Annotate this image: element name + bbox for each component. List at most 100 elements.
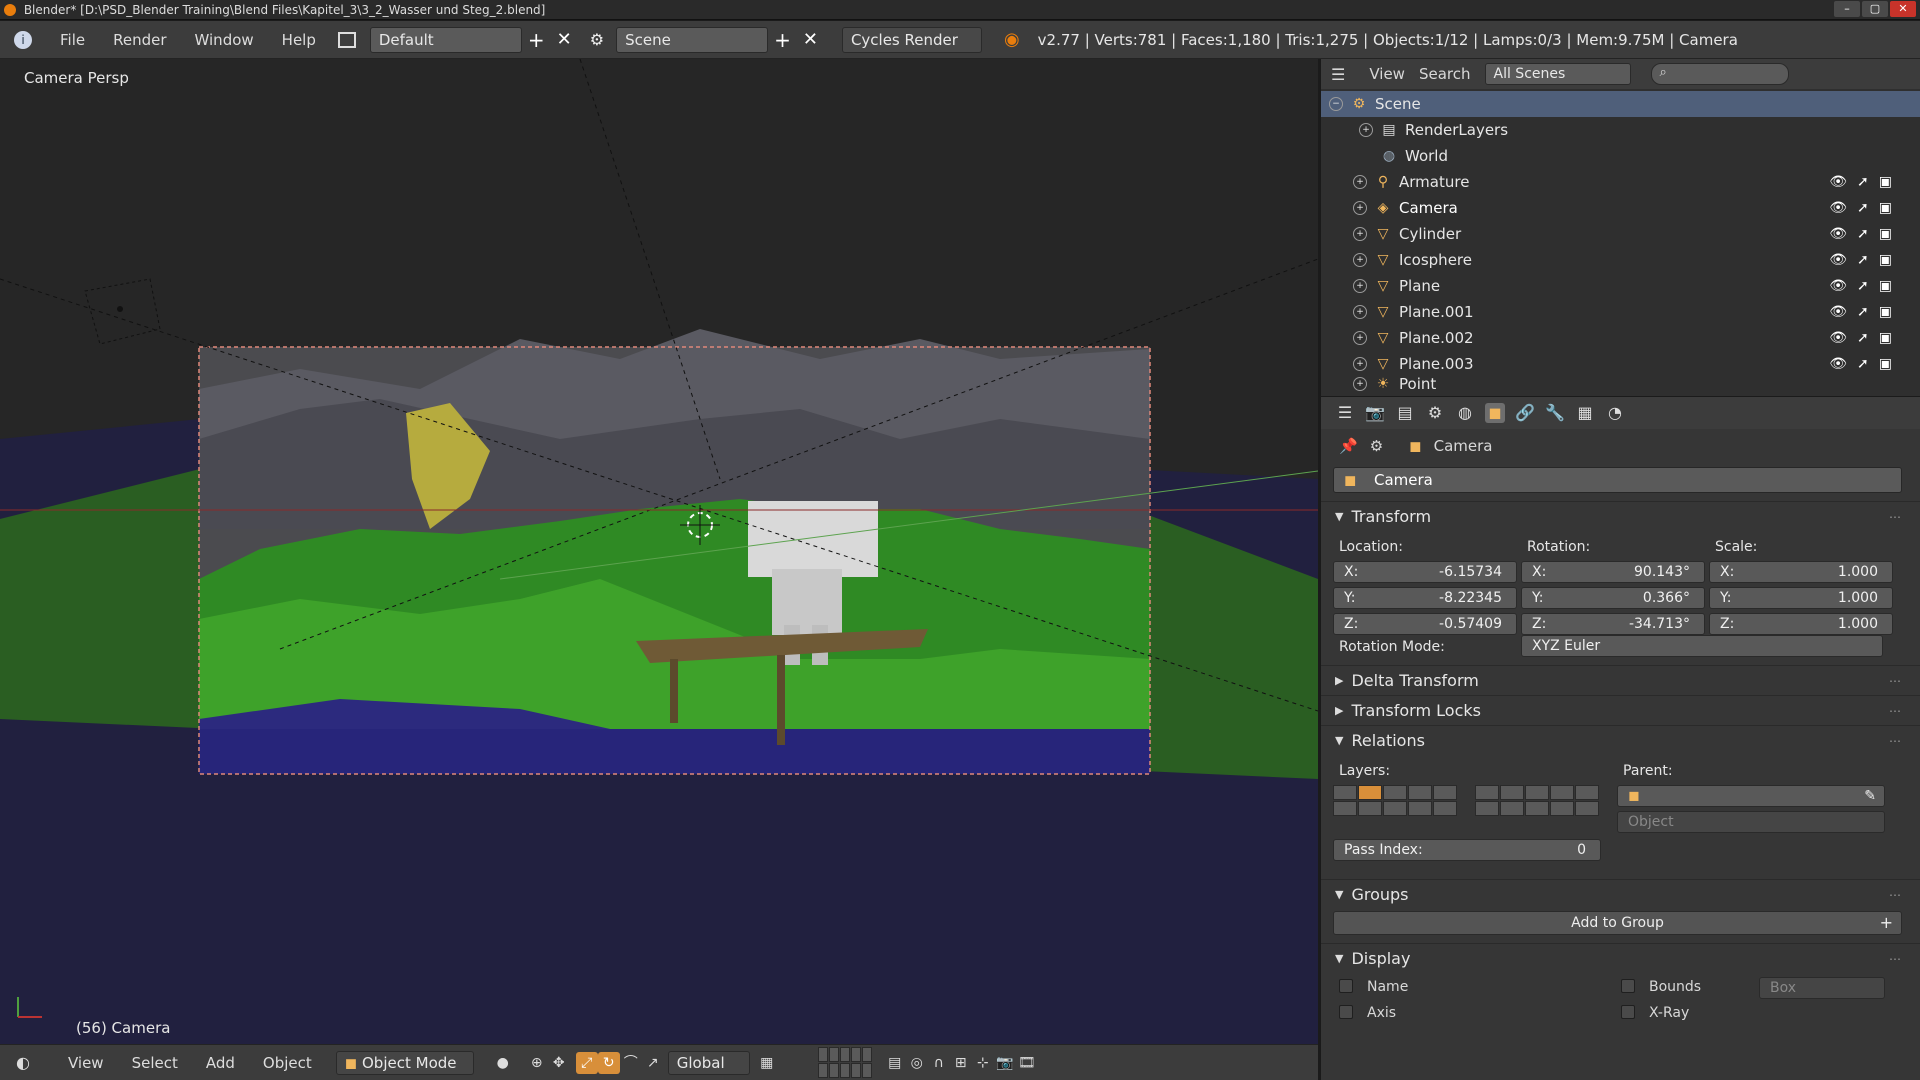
rotate-manipulator-icon[interactable]: ↻ [597, 1051, 620, 1074]
outliner-search-input[interactable]: ⌕ [1650, 63, 1789, 85]
select-arrow-icon[interactable]: ➚ [1857, 252, 1869, 268]
close-window-button[interactable]: ✕ [1890, 1, 1916, 17]
3d-viewport[interactable]: Camera Persp (56) Camera [0, 59, 1318, 1044]
select-arrow-icon[interactable]: ➚ [1857, 174, 1869, 190]
mode-select[interactable]: ◼ Object Mode [335, 1050, 474, 1075]
location-x-field[interactable]: X: -6.15734 [1333, 561, 1517, 583]
object-tab-icon[interactable]: ◼ [1485, 403, 1505, 423]
visibility-eye-icon[interactable]: 👁 [1829, 252, 1847, 268]
eyedropper-icon[interactable]: ✎ [1864, 786, 1876, 806]
scale-manipulator-icon[interactable]: ⌒ [620, 1052, 642, 1074]
scene-field[interactable]: Scene [616, 26, 769, 53]
constraints-tab-icon[interactable]: 🔗 [1515, 403, 1535, 423]
remove-layout-button[interactable]: ✕ [551, 28, 578, 52]
xray-checkbox[interactable] [1621, 1005, 1635, 1019]
render-camera-icon[interactable]: ▣ [1879, 200, 1892, 216]
pin-icon[interactable]: 📌 [1339, 437, 1358, 455]
outliner-row-point[interactable]: + ☀ Point [1321, 377, 1920, 391]
viewport-scene[interactable] [0, 59, 1318, 1044]
render-camera-icon[interactable]: ▣ [1879, 330, 1892, 346]
bounds-checkbox-row[interactable]: Bounds [1621, 979, 1701, 995]
outliner-row-icosphere[interactable]: + ▽ Icosphere 👁 ➚ ▣ [1321, 247, 1920, 273]
proportional-edit-icon[interactable]: ◎ [906, 1052, 928, 1074]
render-camera-icon[interactable]: ▣ [1879, 278, 1892, 294]
rotation-z-field[interactable]: Z: -34.713° [1521, 613, 1705, 635]
outliner-row-plane-002[interactable]: + ▽ Plane.002 👁 ➚ ▣ [1321, 325, 1920, 351]
renderlayers-tab-icon[interactable]: ▤ [1395, 403, 1415, 423]
outliner-filter-select[interactable]: All Scenes [1484, 63, 1631, 85]
visibility-eye-icon[interactable]: 👁 [1829, 174, 1847, 190]
menu-select[interactable]: Select [118, 1054, 192, 1072]
visibility-eye-icon[interactable]: 👁 [1829, 304, 1847, 320]
render-camera-icon[interactable]: ▣ [1879, 304, 1892, 320]
viewport-editor-icon[interactable]: ◐ [16, 1053, 30, 1072]
axis-checkbox[interactable] [1339, 1005, 1353, 1019]
name-checkbox[interactable] [1339, 979, 1353, 993]
render-camera-icon[interactable]: ▣ [1879, 226, 1892, 242]
select-arrow-icon[interactable]: ➚ [1857, 356, 1869, 372]
rotation-y-field[interactable]: Y: 0.366° [1521, 587, 1705, 609]
menu-view[interactable]: View [54, 1054, 118, 1072]
render-engine-select[interactable]: Cycles Render [841, 26, 982, 53]
drag-handle-icon[interactable]: ⋯ [1889, 888, 1902, 902]
orientation-select[interactable]: Global [667, 1050, 750, 1075]
pass-index-field[interactable]: Pass Index: 0 [1333, 839, 1601, 861]
opengl-animation-icon[interactable]: 🎞 [1016, 1052, 1038, 1074]
menu-object[interactable]: Object [249, 1054, 326, 1072]
expand-icon[interactable]: + [1353, 305, 1367, 319]
translate-manipulator-icon[interactable]: ⤢ [575, 1051, 598, 1074]
expand-icon[interactable]: + [1353, 377, 1367, 391]
axis-checkbox-row[interactable]: Axis [1339, 1005, 1396, 1021]
outliner-row-renderlayers[interactable]: + ▤ RenderLayers [1321, 117, 1920, 143]
add-layout-button[interactable]: + [522, 28, 551, 52]
layer-grid-right[interactable] [1475, 785, 1599, 816]
maximize-button[interactable]: ▢ [1862, 1, 1888, 17]
scale-z-field[interactable]: Z: 1.000 [1709, 613, 1893, 635]
scale-x-field[interactable]: X: 1.000 [1709, 561, 1893, 583]
visibility-eye-icon[interactable]: 👁 [1829, 356, 1847, 372]
outliner-row-plane-001[interactable]: + ▽ Plane.001 👁 ➚ ▣ [1321, 299, 1920, 325]
screen-layout-field[interactable]: Default [369, 26, 522, 53]
snap-target-icon[interactable]: ⊹ [972, 1052, 994, 1074]
expand-icon[interactable]: + [1353, 201, 1367, 215]
scale-y-field[interactable]: Y: 1.000 [1709, 587, 1893, 609]
drag-handle-icon[interactable]: ⋯ [1889, 952, 1902, 966]
minimize-button[interactable]: – [1834, 1, 1860, 17]
visibility-eye-icon[interactable]: 👁 [1829, 200, 1847, 216]
select-arrow-icon[interactable]: ➚ [1857, 330, 1869, 346]
viewport-shading-icon[interactable]: ● [492, 1052, 514, 1074]
opengl-render-icon[interactable]: 📷 [994, 1052, 1016, 1074]
bounds-type-select[interactable]: Box [1759, 977, 1885, 999]
snap-toggle-icon[interactable]: ∩ [928, 1052, 950, 1074]
select-arrow-icon[interactable]: ➚ [1857, 278, 1869, 294]
menu-window[interactable]: Window [181, 31, 268, 49]
expand-icon[interactable]: + [1353, 331, 1367, 345]
display-panel-header[interactable]: ▼ Display ⋯ [1321, 943, 1920, 973]
render-camera-icon[interactable]: ▣ [1879, 174, 1892, 190]
location-y-field[interactable]: Y: -8.22345 [1333, 587, 1517, 609]
add-scene-button[interactable]: + [768, 28, 797, 52]
world-tab-icon[interactable]: ◍ [1455, 403, 1475, 423]
select-arrow-icon[interactable]: ➚ [1857, 226, 1869, 242]
outliner-row-plane-003[interactable]: + ▽ Plane.003 👁 ➚ ▣ [1321, 351, 1920, 377]
select-arrow-icon[interactable]: ➚ [1857, 304, 1869, 320]
outliner-row-armature[interactable]: + ⚲ Armature 👁 ➚ ▣ [1321, 169, 1920, 195]
modifier-tab-icon[interactable]: 🔧 [1545, 403, 1565, 423]
visibility-eye-icon[interactable]: 👁 [1829, 330, 1847, 346]
scene-layers[interactable] [817, 1047, 872, 1078]
collapse-icon[interactable]: − [1329, 97, 1343, 111]
expand-icon[interactable]: + [1353, 279, 1367, 293]
object-name-field[interactable]: ◼ Camera [1333, 467, 1902, 493]
rotation-x-field[interactable]: X: 90.143° [1521, 561, 1705, 583]
expand-icon[interactable]: + [1359, 123, 1373, 137]
physics-tab-icon[interactable]: ◔ [1605, 403, 1625, 423]
render-camera-icon[interactable]: ▣ [1879, 252, 1892, 268]
parent-field[interactable]: ◼ ✎ [1617, 785, 1885, 807]
menu-file[interactable]: File [46, 31, 99, 49]
xray-checkbox-row[interactable]: X-Ray [1621, 1005, 1689, 1021]
layer-lock-icon[interactable]: ▤ [884, 1052, 906, 1074]
expand-icon[interactable]: + [1353, 175, 1367, 189]
menu-help[interactable]: Help [268, 31, 330, 49]
screen-layout-icon[interactable] [337, 31, 356, 48]
outliner-editor-icon[interactable]: ☰ [1331, 65, 1345, 84]
